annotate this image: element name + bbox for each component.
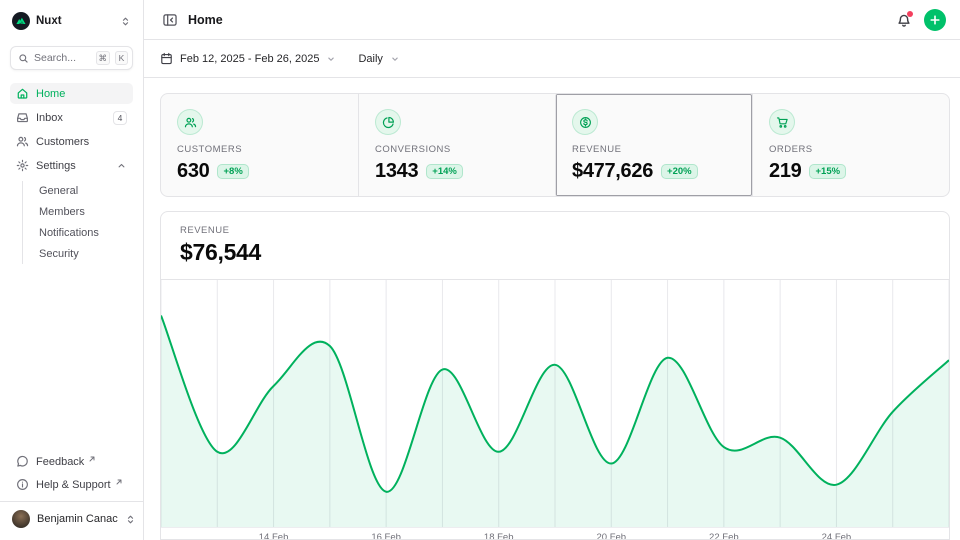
stat-delta-badge: +8% (217, 164, 248, 179)
avatar (12, 510, 30, 528)
sidebar-item-label: Customers (36, 136, 127, 148)
chart-metric-value: $76,544 (180, 239, 930, 266)
stat-label: CUSTOMERS (177, 144, 342, 155)
stat-card-orders[interactable]: ORDERS 219 +15% (752, 94, 949, 196)
x-axis-tick-label: 18 Feb (484, 532, 514, 540)
pie-chart-icon (375, 109, 401, 135)
stat-delta-badge: +15% (809, 164, 846, 179)
collapse-sidebar-button[interactable] (160, 10, 180, 30)
nuxt-logo-icon (12, 12, 30, 30)
circle-dollar-icon (572, 109, 598, 135)
notification-dot (907, 11, 913, 17)
sidebar-item-members[interactable]: Members (23, 202, 133, 222)
workspace-name: Nuxt (36, 15, 114, 27)
info-circle-icon (16, 478, 29, 491)
sidebar-footer: Feedback Help & Support (10, 451, 133, 501)
interval-label: Daily (358, 53, 382, 65)
sidebar-item-label: Home (36, 88, 127, 100)
chart-header: REVENUE $76,544 (161, 212, 949, 280)
stat-value: $477,626 (572, 160, 653, 183)
sidebar-item-security[interactable]: Security (23, 244, 133, 264)
kbd-k: K (115, 51, 128, 65)
revenue-chart-panel: REVENUE $76,544 14 Feb 16 Feb 18 Feb 20 Feb… (160, 211, 950, 540)
page-title: Home (188, 13, 223, 27)
feedback-link[interactable]: Feedback (10, 451, 133, 472)
content: CUSTOMERS 630 +8% CONVERSIONS 1343 +14% (144, 78, 960, 540)
sidebar-item-label: Settings (36, 160, 109, 172)
revenue-chart-svg (161, 280, 949, 527)
gear-icon (16, 159, 29, 172)
sidebar-nav: Home Inbox 4 Customers Settings Ge (10, 83, 133, 264)
chevron-up-icon (116, 160, 127, 171)
sidebar-item-label: Inbox (36, 112, 106, 124)
chevrons-up-down-icon (125, 514, 136, 525)
search-input[interactable]: Search... ⌘ K (10, 46, 133, 70)
stat-value: 219 (769, 160, 801, 183)
search-placeholder: Search... (34, 52, 91, 64)
revenue-area-chart[interactable] (161, 280, 949, 528)
inbox-count-badge: 4 (113, 111, 127, 125)
x-axis-tick-label: 22 Feb (709, 532, 739, 540)
x-axis-tick-label: 20 Feb (596, 532, 626, 540)
help-support-label: Help & Support (36, 479, 111, 491)
stat-label: ORDERS (769, 144, 933, 155)
users-icon (16, 135, 29, 148)
help-support-link[interactable]: Help & Support (10, 474, 133, 495)
date-range-label: Feb 12, 2025 - Feb 26, 2025 (180, 53, 319, 65)
stat-label: REVENUE (572, 144, 736, 155)
stat-delta-badge: +20% (661, 164, 698, 179)
notifications-button[interactable] (896, 12, 912, 28)
feedback-label: Feedback (36, 456, 84, 468)
arrow-up-right-icon (88, 455, 96, 463)
user-menu[interactable]: Benjamin Canac (0, 501, 143, 534)
workspace-selector[interactable]: Nuxt (10, 9, 133, 33)
chart-metric-label: REVENUE (180, 225, 930, 236)
chevron-down-icon (390, 54, 400, 64)
sidebar-item-settings[interactable]: Settings (10, 155, 133, 176)
chevron-down-icon (326, 54, 336, 64)
search-icon (18, 53, 29, 64)
arrow-up-right-icon (115, 478, 123, 486)
stat-card-revenue[interactable]: REVENUE $477,626 +20% (555, 94, 752, 196)
stat-label: CONVERSIONS (375, 144, 539, 155)
stat-value: 1343 (375, 160, 418, 183)
user-name: Benjamin Canac (37, 513, 118, 525)
users-icon (177, 109, 203, 135)
x-axis-tick-label: 14 Feb (259, 532, 289, 540)
x-axis-tick-label: 16 Feb (371, 532, 401, 540)
page-header: Home (144, 0, 960, 40)
sidebar-item-general[interactable]: General (23, 181, 133, 201)
stat-card-customers[interactable]: CUSTOMERS 630 +8% (161, 94, 358, 196)
stat-delta-badge: +14% (426, 164, 463, 179)
settings-subnav: General Members Notifications Security (22, 181, 133, 264)
add-button[interactable] (924, 9, 946, 31)
stat-value: 630 (177, 160, 209, 183)
sidebar-item-notifications[interactable]: Notifications (23, 223, 133, 243)
date-range-picker[interactable]: Feb 12, 2025 - Feb 26, 2025 (160, 52, 336, 65)
sidebar: Nuxt Search... ⌘ K Home Inbox 4 (0, 0, 144, 540)
interval-select[interactable]: Daily (358, 53, 399, 65)
x-axis-tick-label: 24 Feb (822, 532, 852, 540)
main-area: Home Feb 12, 2025 - Feb 26, 2025 Daily (144, 0, 960, 540)
stat-card-conversions[interactable]: CONVERSIONS 1343 +14% (358, 94, 555, 196)
sidebar-item-inbox[interactable]: Inbox 4 (10, 107, 133, 128)
stats-row: CUSTOMERS 630 +8% CONVERSIONS 1343 +14% (160, 93, 950, 197)
inbox-icon (16, 111, 29, 124)
chat-bubble-icon (16, 455, 29, 468)
sidebar-item-customers[interactable]: Customers (10, 131, 133, 152)
kbd-cmd: ⌘ (96, 51, 111, 65)
sidebar-item-home[interactable]: Home (10, 83, 133, 104)
chart-x-axis-labels: 14 Feb 16 Feb 18 Feb 20 Feb 22 Feb 24 Feb (161, 528, 949, 540)
shopping-cart-icon (769, 109, 795, 135)
chevrons-up-down-icon (120, 16, 131, 27)
calendar-icon (160, 52, 173, 65)
filters-toolbar: Feb 12, 2025 - Feb 26, 2025 Daily (144, 40, 960, 78)
home-icon (16, 87, 29, 100)
